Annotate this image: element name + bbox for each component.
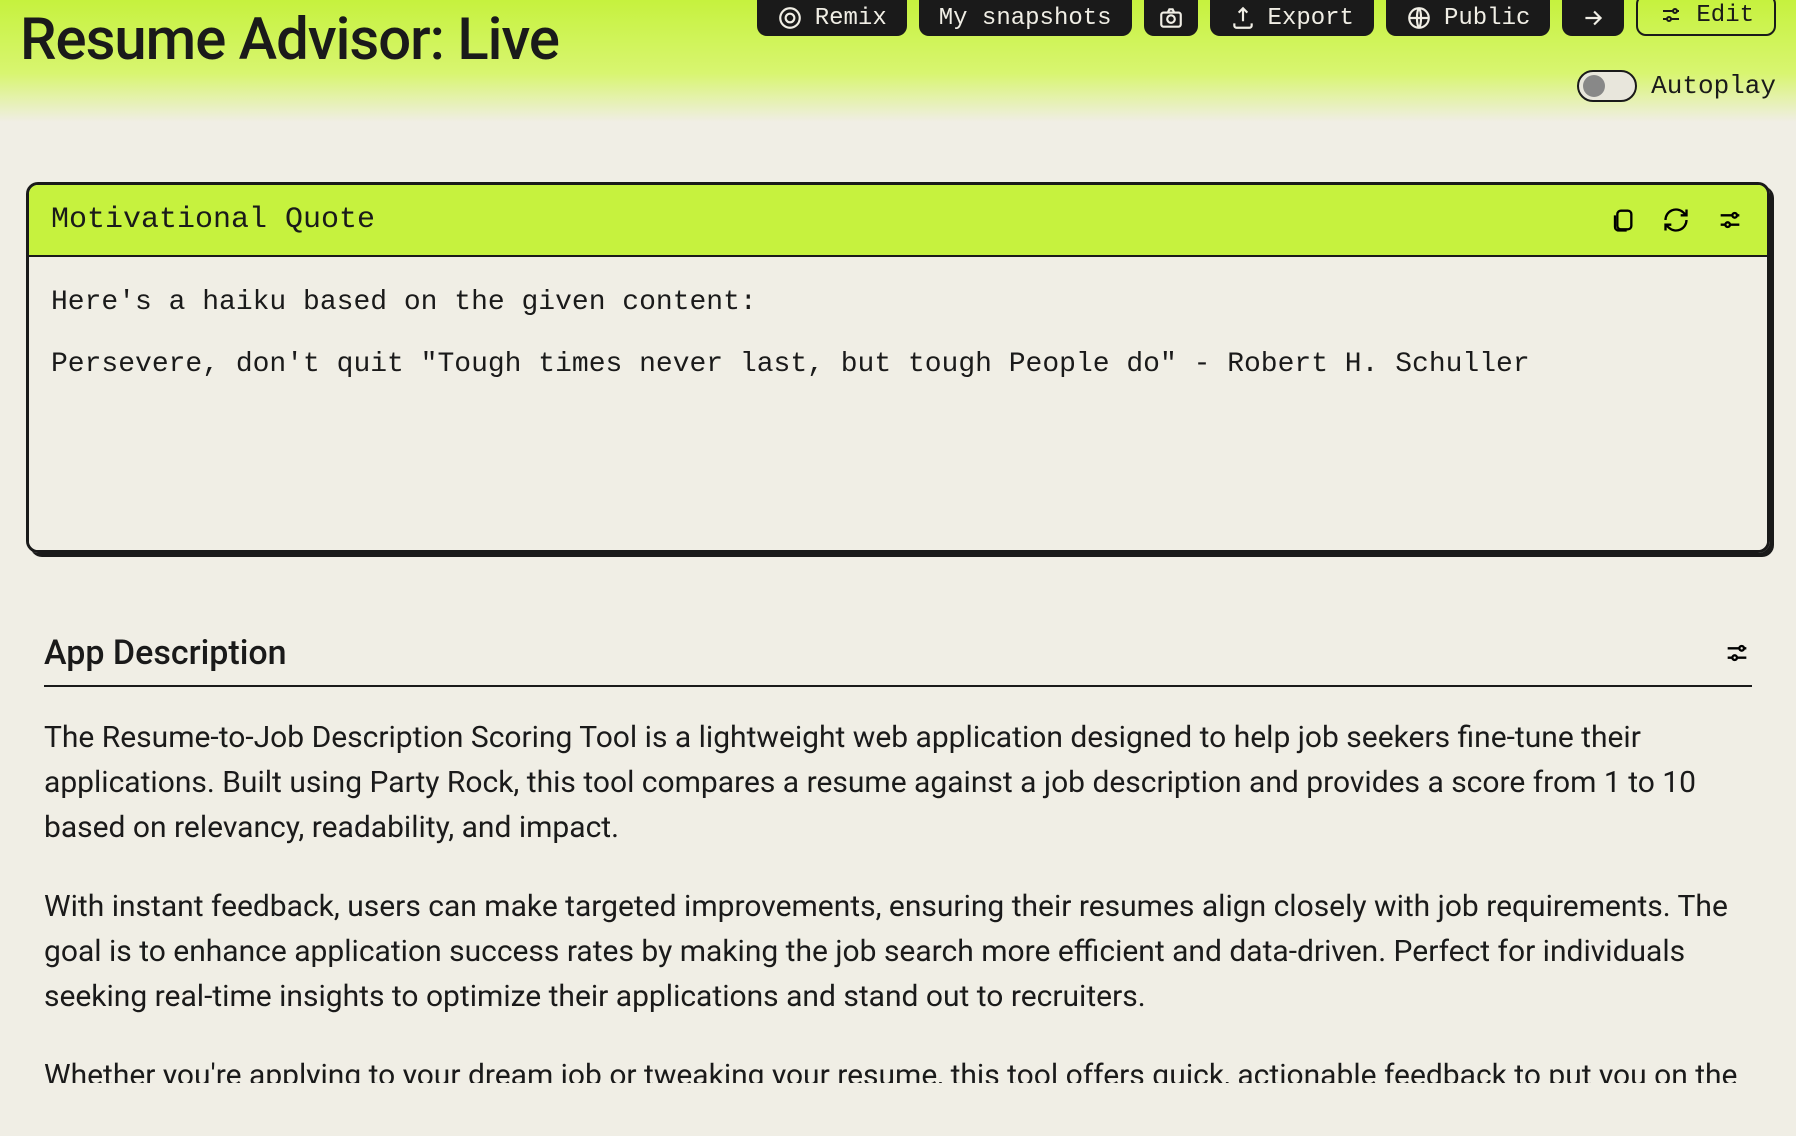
forward-button[interactable]: [1562, 0, 1624, 36]
camera-icon: [1158, 5, 1184, 31]
autoplay-control: Autoplay: [1577, 70, 1776, 102]
sliders-icon: [1658, 2, 1684, 28]
description-para-2: With instant feedback, users can make ta…: [44, 884, 1752, 1019]
description-body: The Resume-to-Job Description Scoring To…: [44, 687, 1752, 1083]
export-label: Export: [1268, 5, 1354, 32]
main-content: Motivational Quote Here's a haiku based …: [0, 122, 1796, 1083]
public-label: Public: [1444, 5, 1530, 32]
toolbar: Remix My snapshots Export Public: [757, 0, 1776, 36]
quote-card: Motivational Quote Here's a haiku based …: [26, 182, 1770, 553]
camera-button[interactable]: [1144, 0, 1198, 36]
description-title: App Description: [44, 633, 287, 673]
settings-icon[interactable]: [1715, 205, 1745, 235]
edit-label: Edit: [1696, 2, 1754, 29]
quote-line-1: Here's a haiku based on the given conten…: [51, 285, 1745, 321]
edit-button[interactable]: Edit: [1636, 0, 1776, 36]
quote-card-body: Here's a haiku based on the given conten…: [29, 257, 1767, 550]
refresh-icon[interactable]: [1661, 205, 1691, 235]
remix-icon: [777, 5, 803, 31]
description-section: App Description The Resume-to-Job Descri…: [26, 633, 1770, 1083]
app-title: Resume Advisor: Live: [20, 0, 559, 74]
snapshots-button[interactable]: My snapshots: [919, 0, 1132, 36]
copy-icon[interactable]: [1607, 205, 1637, 235]
export-icon: [1230, 5, 1256, 31]
snapshots-label: My snapshots: [939, 5, 1112, 32]
description-para-1: The Resume-to-Job Description Scoring To…: [44, 715, 1752, 850]
quote-card-actions: [1607, 205, 1745, 235]
autoplay-label: Autoplay: [1651, 71, 1776, 101]
public-button[interactable]: Public: [1386, 0, 1550, 36]
quote-card-title: Motivational Quote: [51, 203, 375, 237]
autoplay-toggle[interactable]: [1577, 70, 1637, 102]
quote-line-2: Persevere, don't quit "Tough times never…: [51, 347, 1745, 383]
toggle-knob: [1583, 75, 1605, 97]
arrow-right-icon: [1580, 5, 1606, 31]
description-para-3: Whether you're applying to your dream jo…: [44, 1053, 1752, 1083]
description-settings-icon[interactable]: [1722, 638, 1752, 668]
remix-label: Remix: [815, 5, 887, 32]
app-header: Resume Advisor: Live Remix My snapshots …: [0, 0, 1796, 122]
globe-icon: [1406, 5, 1432, 31]
description-header: App Description: [44, 633, 1752, 687]
export-button[interactable]: Export: [1210, 0, 1374, 36]
quote-card-header: Motivational Quote: [29, 185, 1767, 257]
remix-button[interactable]: Remix: [757, 0, 907, 36]
